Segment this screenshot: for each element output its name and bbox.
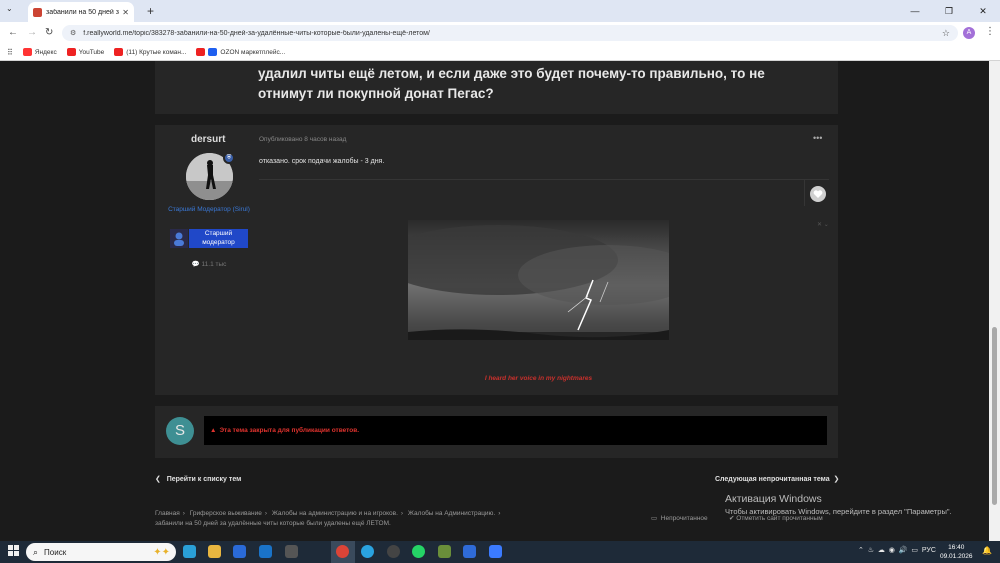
reputation-count: 💬 11.1 тыс [191, 261, 227, 268]
minecraft-icon[interactable] [438, 545, 451, 558]
bookmark-star-icon[interactable]: ☆ [942, 28, 950, 39]
windows-activation-watermark: Активация Windows Чтобы активировать Win… [725, 493, 952, 516]
next-unread-link[interactable]: Следующая непрочитанная тема ❯ [715, 475, 839, 483]
tab-title: забанили на 50 дней за удале... [46, 8, 119, 16]
back-arrow-icon[interactable]: ← [8, 27, 18, 38]
topic-closed-notice: ▲ Эта тема закрыта для публикации ответо… [204, 416, 827, 445]
ozon-icon [208, 48, 218, 56]
browser-menu-icon[interactable]: ⋮ [985, 26, 995, 37]
reaction-separator [804, 180, 805, 206]
windows-start-icon[interactable] [8, 545, 19, 556]
address-bar[interactable]: ⚙ f.reallyworld.me/topic/383278-забанили… [62, 25, 958, 41]
profile-avatar[interactable]: A [963, 27, 975, 39]
youtube-icon [196, 48, 206, 56]
bookmarks-bar: ⠿ Яндекс YouTube (11) Крутые коман... OZ… [0, 44, 1000, 61]
notification-bell-icon[interactable]: 🔔 [982, 546, 992, 555]
back-to-topics-link[interactable]: ❮ Перейти к списку тем [155, 475, 241, 483]
breadcrumb-separator: › [400, 510, 404, 517]
close-tab-icon[interactable]: ✕ [122, 8, 129, 17]
steam-icon[interactable] [387, 545, 400, 558]
activation-subtitle: Чтобы активировать Windows, перейдите в … [725, 507, 952, 516]
group-label: Старший модератор [189, 229, 248, 248]
warning-icon: ▲ [210, 427, 217, 434]
window-controls: — ❐ ✕ [898, 0, 1000, 22]
signature-hide-icon[interactable]: ✕ ⌄ [817, 221, 829, 228]
chevron-left-icon: ❮ [155, 476, 161, 483]
post-options-icon[interactable]: ••• [813, 133, 822, 143]
post-content: отказано. срок подачи жалобы - 3 дня. [259, 158, 385, 165]
store-icon[interactable] [233, 545, 246, 558]
user-avatar: S [166, 417, 194, 445]
outlook-icon[interactable] [259, 545, 272, 558]
app-icon[interactable] [285, 545, 298, 558]
youtube-icon [114, 48, 124, 56]
group-icon [170, 229, 188, 248]
input-language[interactable]: РУС [922, 547, 936, 554]
signature-image [378, 220, 698, 366]
site-favicon-icon [33, 7, 42, 17]
whatsapp-icon[interactable] [412, 545, 425, 558]
author-role: Старший Модератор (Sirul) [168, 206, 250, 213]
rank-badge-icon: ⛨ [223, 152, 235, 164]
breadcrumb: Главная › Гриферское выживание › Жалобы на… [155, 509, 550, 529]
post-author[interactable]: dersurt [191, 134, 225, 145]
breadcrumb-item[interactable]: Главная [155, 510, 180, 517]
minimize-icon[interactable]: — [898, 0, 932, 22]
site-info-icon[interactable]: ⚙ [70, 29, 76, 37]
post-date[interactable]: Опубликовано 8 часов назад [259, 136, 346, 143]
app-launcher-icon[interactable] [463, 545, 476, 558]
close-window-icon[interactable]: ✕ [966, 0, 1000, 22]
apps-grid-icon[interactable]: ⠿ [7, 48, 13, 57]
breadcrumb-separator: › [264, 510, 268, 517]
heart-icon [813, 190, 823, 198]
tab-search-chevron-icon[interactable]: ⌄ [6, 4, 13, 13]
inbox-icon: ▭ [651, 515, 658, 522]
url-text: f.reallyworld.me/topic/383278-забанили-н… [83, 29, 430, 37]
taskbar-search[interactable]: ⌕ Поиск ✦✦ [26, 543, 176, 561]
file-explorer-icon[interactable] [208, 545, 221, 558]
breadcrumb-item[interactable]: Гриферское выживание [190, 510, 262, 517]
like-heart-button[interactable] [810, 186, 826, 202]
signature-text: I heard her voice in my nightmares [484, 375, 593, 382]
clock-time: 16:40 [948, 544, 965, 551]
breadcrumb-separator: › [498, 510, 501, 517]
bookmark-youtube-video[interactable]: (11) Крутые коман... [114, 48, 186, 56]
breadcrumb-current: забанили на 50 дней за удалённые читы ко… [155, 520, 391, 527]
unread-link[interactable]: ▭ Непрочитанное [651, 514, 708, 522]
breadcrumb-item[interactable]: Жалобы на Администрацию. [408, 510, 495, 517]
browser-tab[interactable]: забанили на 50 дней за удале... ✕ [28, 2, 134, 22]
search-icon: ⌕ [33, 546, 39, 557]
new-tab-plus-icon[interactable]: + [147, 4, 154, 18]
comment-icon: 💬 [191, 261, 200, 268]
chevron-right-icon: ❯ [833, 476, 840, 483]
bookmark-youtube[interactable]: YouTube [66, 48, 104, 56]
breadcrumb-item[interactable]: Жалобы на администрацию и на игроков. [272, 510, 398, 517]
youtube-icon [66, 48, 76, 56]
breadcrumb-separator: › [182, 510, 185, 517]
app-icon-blue[interactable] [489, 545, 502, 558]
chrome-icon[interactable] [336, 545, 349, 558]
system-tray[interactable]: ⌃ ♨ ☁ ◉ 🔊 ▭ РУС [858, 546, 936, 554]
bookmark-yandex[interactable]: Яндекс [22, 48, 57, 56]
scrollbar-thumb[interactable] [992, 327, 997, 505]
clock-date: 09.01.2026 [940, 553, 973, 560]
activation-title: Активация Windows [725, 493, 822, 505]
check-icon: ✔ [729, 515, 735, 522]
clock[interactable]: 16:40 09.01.2026 [940, 543, 973, 561]
previous-post-text: удалил читы ещё летом, и если даже это б… [258, 66, 765, 101]
restore-icon[interactable]: ❐ [932, 0, 966, 22]
telegram-icon[interactable] [361, 545, 374, 558]
sparkle-icon: ✦✦ [153, 546, 170, 558]
reload-icon[interactable]: ↻ [45, 27, 53, 38]
yandex-icon [22, 48, 32, 56]
edge-icon[interactable] [183, 545, 196, 558]
forward-arrow-icon[interactable]: → [27, 27, 37, 38]
post-divider [259, 179, 829, 180]
bookmark-ozon[interactable]: OZON маркетплейс... [196, 48, 285, 56]
